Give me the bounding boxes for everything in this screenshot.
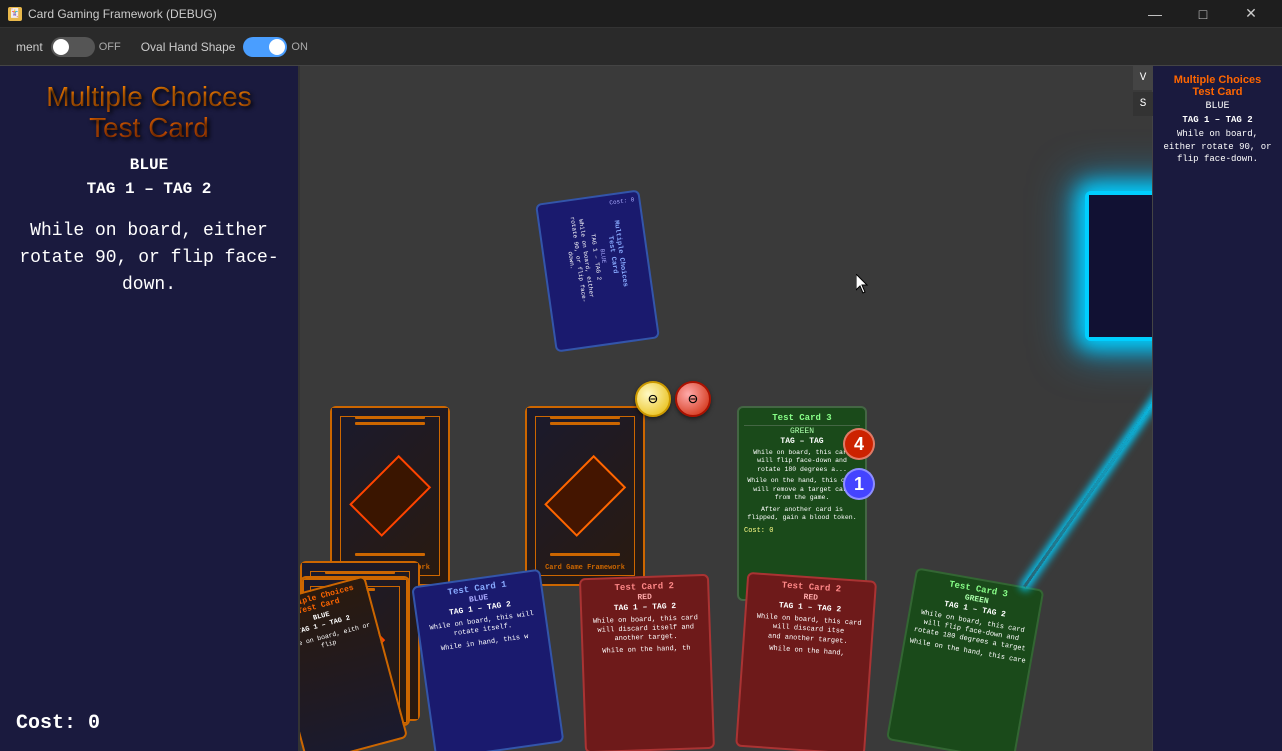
rotated-blue-card-1[interactable]: Cost: 0 Multiple ChoicesTest Card BLUE T… [535, 189, 660, 352]
togglement-track[interactable] [51, 37, 95, 57]
glow-card[interactable]: □ T ⊞ T Cost: 0 Multiple ChoicesTest Car… [1085, 191, 1152, 341]
app-icon: 🃏 [8, 7, 22, 21]
togglement-label: ment [16, 40, 43, 54]
oval-hand-switch[interactable]: ON [243, 37, 308, 57]
togglement-control: ment OFF [16, 37, 121, 57]
tc3-body1: While on board, this card will flip face… [744, 449, 860, 474]
oval-hand-thumb [269, 39, 285, 55]
togglement-thumb [53, 39, 69, 55]
maximize-button[interactable]: □ [1180, 0, 1226, 28]
right-tab-v[interactable]: V [1133, 66, 1153, 90]
minimize-button[interactable]: — [1132, 0, 1178, 28]
hand-card-2[interactable]: Test Card 2 RED TAG 1 – TAG 2 While on b… [579, 574, 715, 751]
blue-card-stack[interactable]: Cost: 0 Multiple ChoicesTest Card BLUE T… [545, 186, 745, 346]
hand-card-4[interactable]: Test Card 3 GREEN TAG 1 – TAG 2 While on… [886, 567, 1044, 751]
toolbar: ment OFF Oval Hand Shape ON [0, 28, 1282, 66]
glow-card-cost-top: Cost: 0 [1093, 217, 1152, 225]
facedown-card-2-label: Card Game Framework [527, 564, 643, 572]
togglement-switch[interactable]: OFF [51, 37, 121, 57]
oval-hand-label: Oval Hand Shape [141, 40, 236, 54]
mouse-cursor [856, 274, 870, 299]
right-panel: V S Multiple ChoicesTest Card BLUE TAG 1… [1152, 66, 1282, 751]
right-panel-tags: TAG 1 – TAG 2 [1161, 115, 1274, 125]
left-panel-title: Multiple ChoicesTest Card [16, 82, 282, 144]
oval-hand-control: Oval Hand Shape ON [141, 37, 308, 57]
main-area: Multiple ChoicesTest Card BLUE TAG 1 – T… [0, 66, 1282, 751]
togglement-state: OFF [99, 41, 121, 53]
window-controls[interactable]: — □ ✕ [1132, 0, 1274, 28]
facedown-card-2[interactable]: Card Game Framework [525, 406, 645, 586]
left-panel-description: While on board, either rotate 90, or fli… [16, 218, 282, 299]
tc3-color: GREEN [744, 427, 860, 436]
hand-card-3[interactable]: Test Card 2 RED TAG 1 – TAG 2 While on b… [735, 572, 877, 751]
left-panel-color: BLUE [16, 156, 282, 174]
left-panel-tags: TAG 1 – TAG 2 [16, 180, 282, 198]
left-panel: Multiple ChoicesTest Card BLUE TAG 1 – T… [0, 66, 300, 751]
hand-card-1[interactable]: Test Card 1 BLUE TAG 1 – TAG 2 While on … [411, 569, 564, 751]
right-tab-s[interactable]: S [1133, 92, 1153, 116]
laser-beam [1023, 340, 1152, 587]
facedown-card-1[interactable]: Card Game Framework [330, 406, 450, 586]
right-panel-desc: While on board, either rotate 90, or fli… [1161, 128, 1274, 166]
tc3-cost: Cost: 0 [744, 527, 860, 535]
hc2-body: While on board, this card will discard i… [586, 614, 705, 645]
right-panel-title: Multiple ChoicesTest Card [1161, 74, 1274, 98]
badge-4: 4 [843, 428, 875, 460]
tc3-body3: After another card is flipped, gain a bl… [744, 506, 860, 523]
game-area: Card Game Framework Card Game Framework [300, 66, 1152, 751]
title-bar: 🃏 Card Gaming Framework (DEBUG) — □ ✕ [0, 0, 1282, 28]
glow-card-icons: □ T ⊞ T [1093, 199, 1152, 215]
token-1: ⊖ [635, 381, 671, 417]
right-panel-color: BLUE [1161, 101, 1274, 112]
token-2: ⊖ [675, 381, 711, 417]
title-bar-left: 🃏 Card Gaming Framework (DEBUG) [8, 7, 217, 21]
hc2-body2: While on the hand, th [587, 644, 705, 657]
oval-hand-track[interactable] [243, 37, 287, 57]
oval-hand-state: ON [291, 41, 308, 53]
close-button[interactable]: ✕ [1228, 0, 1274, 28]
app-title: Card Gaming Framework (DEBUG) [28, 7, 217, 21]
left-panel-cost: Cost: 0 [16, 712, 100, 735]
badge-1: 1 [843, 468, 875, 500]
tc3-header: Test Card 3 [744, 413, 860, 426]
